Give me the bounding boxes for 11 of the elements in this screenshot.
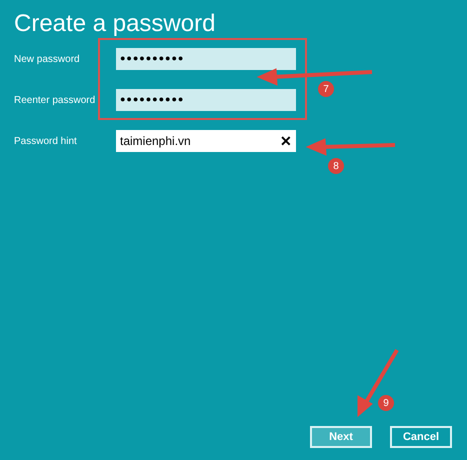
step-number: 8 — [328, 158, 344, 174]
field-label: New password — [14, 52, 81, 66]
input-field[interactable]: taimienphi.vn ✕ — [116, 130, 296, 152]
input-field[interactable]: ●●●●●●●●●● — [116, 48, 296, 70]
clear-button[interactable]: ✕ — [280, 130, 292, 152]
page-title: Create a password — [14, 9, 216, 39]
step-number: 7 — [318, 81, 334, 97]
input-field[interactable]: ●●●●●●●●●● — [116, 89, 296, 111]
step-number: 9 — [378, 395, 394, 411]
field-label: Reenter password — [14, 94, 96, 108]
field-label: Password hint — [14, 134, 78, 148]
